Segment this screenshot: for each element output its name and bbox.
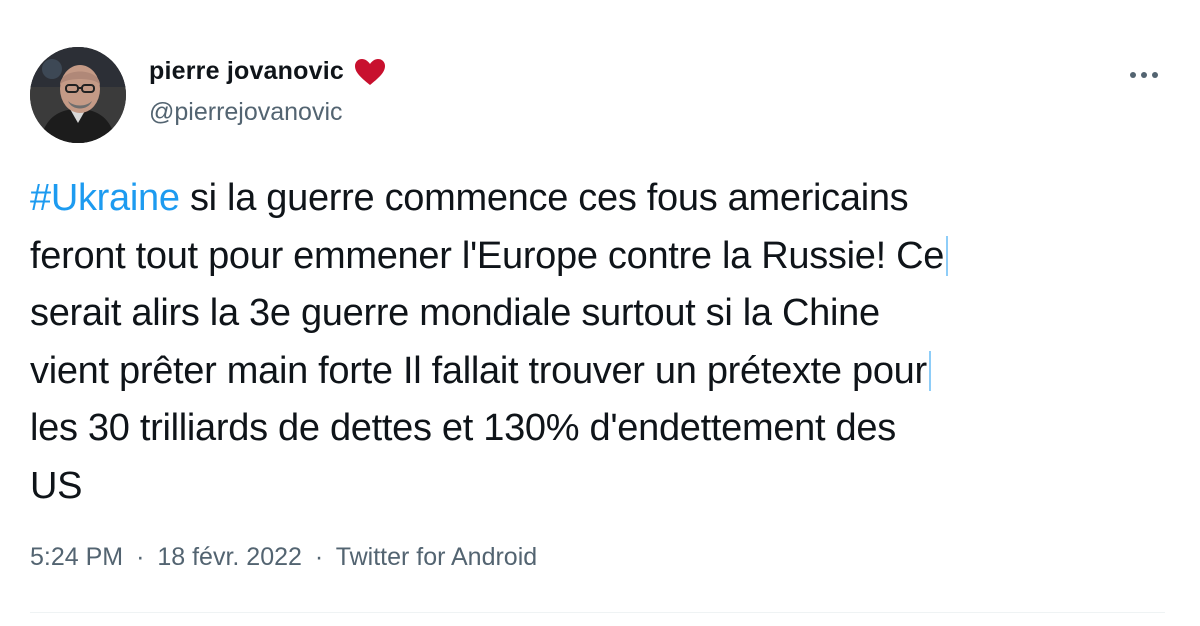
- tweet-text-segment: si la guerre commence ces fous americain…: [179, 177, 909, 219]
- tweet-text: #Ukraine si la guerre commence ces fous …: [30, 170, 1165, 515]
- tweet-text-segment: serait alirs la 3e guerre mondiale surto…: [30, 292, 880, 334]
- text-selection-caret: [928, 350, 931, 391]
- more-icon: [1130, 72, 1136, 78]
- tweet-line: vient prêter main forte Il fallait trouv…: [30, 343, 1165, 401]
- more-options-button[interactable]: [1124, 60, 1164, 90]
- tweet-text-segment: feront tout pour emmener l'Europe contre…: [30, 234, 945, 277]
- avatar[interactable]: [30, 47, 126, 143]
- heart-icon: [354, 58, 385, 85]
- meta-separator: ·: [136, 543, 145, 571]
- author-handle[interactable]: @pierrejovanovic: [149, 98, 343, 127]
- tweet-time-link[interactable]: 5:24 PM: [30, 543, 123, 571]
- meta-separator: ·: [314, 543, 324, 571]
- tweet-card: pierre jovanovic @pierrejovanovic #Ukrai…: [0, 0, 1200, 626]
- avatar-image: [30, 47, 126, 143]
- tweet-line: les 30 trilliards de dettes et 130% d'en…: [30, 400, 1165, 458]
- tweet-meta: 5:24 PM · 18 févr. 2022 · Twitter for An…: [30, 543, 537, 572]
- author-name-row[interactable]: pierre jovanovic: [149, 57, 386, 86]
- tweet-line: US: [30, 458, 1165, 516]
- tweet-line: feront tout pour emmener l'Europe contre…: [30, 228, 1165, 286]
- tweet-date-link[interactable]: 18 févr. 2022: [157, 543, 302, 571]
- text-selection-caret: [946, 235, 949, 276]
- tweet-text-segment: les 30 trilliards de dettes et 130% d'en…: [30, 407, 896, 449]
- display-name[interactable]: pierre jovanovic: [149, 57, 344, 86]
- hashtag-link[interactable]: #Ukraine: [30, 177, 180, 219]
- tweet-text-segment: vient prêter main forte Il fallait trouv…: [30, 349, 927, 392]
- divider: [30, 612, 1165, 613]
- tweet-source-link[interactable]: Twitter for Android: [336, 543, 537, 571]
- tweet-line: #Ukraine si la guerre commence ces fous …: [30, 170, 1165, 228]
- tweet-line: serait alirs la 3e guerre mondiale surto…: [30, 285, 1165, 343]
- tweet-text-segment: US: [30, 464, 83, 507]
